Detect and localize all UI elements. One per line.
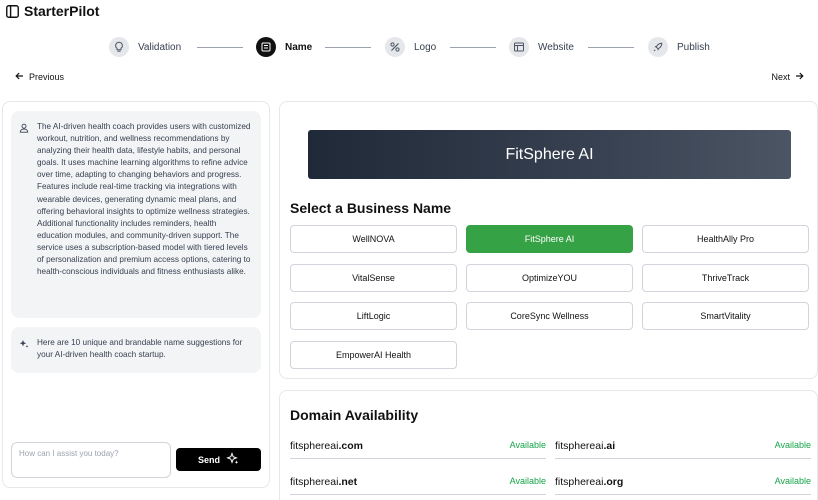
name-option[interactable]: HealthAlly Pro <box>642 225 809 253</box>
step-name[interactable]: Name <box>256 36 312 58</box>
previous-label: Previous <box>29 72 65 82</box>
name-option-selected[interactable]: FitSphere AI <box>466 225 633 253</box>
step-website[interactable]: Website <box>509 36 574 58</box>
availability-status: Available <box>774 440 811 450</box>
name-option[interactable]: LiftLogic <box>290 302 457 330</box>
app-title: StarterPilot <box>24 3 100 19</box>
layout-icon <box>509 37 529 57</box>
step-connector <box>325 47 371 48</box>
step-connector <box>450 47 496 48</box>
previous-button[interactable]: Previous <box>15 72 64 82</box>
step-label: Logo <box>414 41 437 53</box>
send-button[interactable]: Send <box>176 448 261 471</box>
name-option[interactable]: SmartVitality <box>642 302 809 330</box>
chat-panel: The AI-driven health coach provides user… <box>2 101 270 488</box>
availability-status: Available <box>509 440 546 450</box>
domain-availability-panel: Domain Availability fitsphereai.com Avai… <box>279 390 818 500</box>
business-name-panel: FitSphere AI Select a Business Name Well… <box>279 101 818 379</box>
step-label: Name <box>285 41 313 53</box>
domain-name: fitsphereai.ai <box>555 440 616 452</box>
domain-row: fitsphereai.org Available <box>555 469 811 495</box>
assistant-message-text: Here are 10 unique and brandable name su… <box>37 338 243 360</box>
section-title: Select a Business Name <box>290 200 452 216</box>
sparkle-icon <box>19 339 29 349</box>
arrow-right-icon <box>795 72 804 82</box>
domain-row: fitsphereai.net Available <box>290 469 546 495</box>
name-option[interactable]: CoreSync Wellness <box>466 302 633 330</box>
name-option[interactable]: ThriveTrack <box>642 264 809 292</box>
name-option[interactable]: EmpowerAI Health <box>290 341 457 369</box>
rocket-icon <box>648 37 668 57</box>
sparkle-icon <box>226 452 239 467</box>
step-connector <box>588 47 634 48</box>
send-label: Send <box>197 454 220 465</box>
chat-input[interactable] <box>11 442 171 478</box>
step-label: Website <box>538 41 574 53</box>
domain-row: fitsphereai.ai Available <box>555 433 811 459</box>
name-option[interactable]: WellNOVA <box>290 225 457 253</box>
step-label: Validation <box>138 41 182 53</box>
domain-name: fitsphereai.net <box>290 476 358 488</box>
step-validation[interactable]: Validation <box>109 36 181 58</box>
name-option[interactable]: OptimizeYOU <box>466 264 633 292</box>
user-message-text: The AI-driven health coach provides user… <box>37 122 251 277</box>
step-label: Publish <box>677 41 710 53</box>
section-title: Domain Availability <box>290 407 419 423</box>
name-option[interactable]: VitalSense <box>290 264 457 292</box>
book-icon <box>256 37 276 57</box>
next-button[interactable]: Next <box>771 72 804 82</box>
top-bar: StarterPilot <box>0 0 818 22</box>
user-message: The AI-driven health coach provides user… <box>11 111 261 318</box>
selected-name-banner: FitSphere AI <box>308 130 791 179</box>
sidebar-panel-icon[interactable] <box>6 4 19 18</box>
step-connector <box>197 47 243 48</box>
progress-stepper: Validation Name Logo Website Publish <box>0 36 818 58</box>
tools-icon <box>385 37 405 57</box>
domain-row: fitsphereai.com Available <box>290 433 546 459</box>
next-label: Next <box>771 72 790 82</box>
user-icon <box>19 123 29 133</box>
domain-name: fitsphereai.com <box>290 440 363 452</box>
lightbulb-icon <box>109 37 129 57</box>
step-logo[interactable]: Logo <box>385 36 436 58</box>
availability-status: Available <box>509 476 546 486</box>
availability-status: Available <box>774 476 811 486</box>
step-publish[interactable]: Publish <box>648 36 710 58</box>
arrow-left-icon <box>15 72 24 82</box>
domain-name: fitsphereai.org <box>555 476 624 488</box>
assistant-message: Here are 10 unique and brandable name su… <box>11 327 261 373</box>
